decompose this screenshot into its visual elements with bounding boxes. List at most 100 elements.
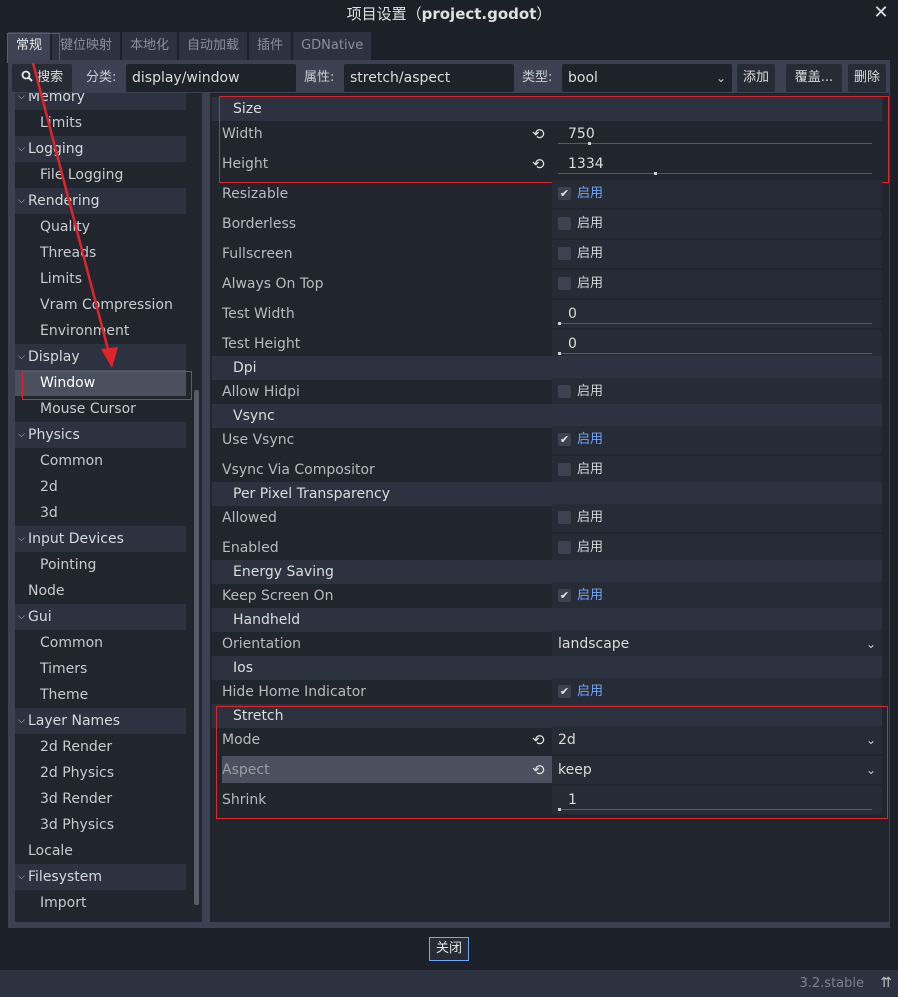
chevron-down-icon[interactable]: ⌵ (18, 604, 25, 630)
search-button[interactable]: 搜索 (12, 64, 72, 92)
test-width-slider-grabber[interactable] (558, 322, 561, 325)
prop-orientation-label: Orientation (222, 636, 302, 652)
sidebar-item-import[interactable]: Import (15, 890, 186, 916)
sidebar-item-label: Common (40, 453, 104, 469)
tab-input-map[interactable]: 键位映射 (52, 32, 121, 60)
sidebar-item-label: Pointing (40, 557, 97, 573)
prop-borderless-label: Borderless (222, 216, 297, 232)
sidebar-item-2d[interactable]: 2d (15, 474, 186, 500)
sidebar-item-pointing[interactable]: Pointing (15, 552, 186, 578)
sidebar-item-common[interactable]: Common (15, 448, 186, 474)
chevron-down-icon[interactable]: ⌵ (18, 188, 25, 214)
delete-button[interactable]: 删除 (848, 64, 886, 92)
tab-plugins[interactable]: 插件 (249, 32, 292, 60)
test-height-slider-track (558, 353, 872, 354)
sidebar-item-threads[interactable]: Threads (15, 240, 186, 266)
tab-gdnative[interactable]: GDNative (293, 32, 372, 60)
sidebar-item-input-devices[interactable]: ⌵ Input Devices (15, 526, 186, 552)
type-select-value: bool (568, 70, 598, 86)
keep-screen-on-checkbox[interactable]: ✔ 启用 (552, 582, 882, 610)
chevron-down-icon[interactable]: ⌵ (18, 344, 25, 370)
prop-keep-screen-on-label: Keep Screen On (222, 588, 334, 604)
sidebar-item-label: File Logging (40, 167, 124, 183)
sidebar-item-rendering[interactable]: ⌵ Rendering (15, 188, 186, 214)
sidebar-item-3d-render[interactable]: 3d Render (15, 786, 186, 812)
always-on-top-checkbox[interactable]: 启用 (552, 270, 882, 298)
test-height-spinbox[interactable]: 0 (552, 330, 882, 358)
sidebar-item-vram-compression[interactable]: Vram Compression (15, 292, 186, 318)
fullscreen-checkbox[interactable]: 启用 (552, 240, 882, 268)
sidebar-item-label: Layer Names (28, 713, 121, 729)
checkbox-empty-icon (558, 247, 571, 260)
sidebar-item-layer-names[interactable]: ⌵ Layer Names (15, 708, 186, 734)
sidebar-item-locale[interactable]: Locale (15, 838, 186, 864)
close-icon[interactable]: ✕ (870, 0, 892, 26)
test-height-slider-grabber[interactable] (558, 352, 561, 355)
use-vsync-checkbox[interactable]: ✔ 启用 (552, 426, 882, 454)
prop-allow-hidpi: Allow Hidpi 启用 (212, 377, 882, 407)
enabled-checkbox[interactable]: 启用 (552, 534, 882, 562)
update-spinner-icon[interactable]: ⇈ (880, 970, 892, 997)
chevron-down-icon[interactable]: ⌵ (18, 93, 25, 110)
tree-scrollbar[interactable] (194, 390, 199, 905)
sidebar-item-gui[interactable]: ⌵ Gui (15, 604, 186, 630)
property-input[interactable]: stretch/aspect (344, 64, 514, 92)
sidebar-item-environment[interactable]: Environment (15, 318, 186, 344)
search-icon (21, 70, 33, 82)
chevron-down-icon[interactable]: ⌵ (18, 864, 25, 890)
sidebar-item-3d-physics[interactable]: 3d Physics (15, 812, 186, 838)
fullscreen-enable-text: 启用 (577, 246, 604, 261)
sidebar-item-label: Threads (40, 245, 97, 261)
sidebar-item-display[interactable]: ⌵ Display (15, 344, 186, 370)
vsync-compositor-enable-text: 启用 (577, 462, 604, 477)
type-select[interactable]: bool ⌄ (562, 64, 732, 92)
sidebar-item-filesystem[interactable]: ⌵ Filesystem (15, 864, 186, 890)
chevron-down-icon[interactable]: ⌵ (18, 526, 25, 552)
prop-orientation: Orientation landscape ⌄ (212, 629, 882, 659)
prop-enabled: Enabled 启用 (212, 533, 882, 563)
checkbox-empty-icon (558, 217, 571, 230)
sidebar-item-2d-render[interactable]: 2d Render (15, 734, 186, 760)
prop-vsync-compositor: Vsync Via Compositor 启用 (212, 455, 882, 485)
chevron-down-icon[interactable]: ⌵ (18, 708, 25, 734)
borderless-checkbox[interactable]: 启用 (552, 210, 882, 238)
sidebar-item-file-logging[interactable]: File Logging (15, 162, 186, 188)
sidebar-item-timers[interactable]: Timers (15, 656, 186, 682)
sidebar-item-label: Limits (40, 271, 82, 287)
sidebar-item-memory[interactable]: ⌵ Memory (15, 93, 186, 110)
sidebar-item-physics[interactable]: ⌵ Physics (15, 422, 186, 448)
sidebar-item-label: Rendering (28, 193, 100, 209)
use-vsync-enable-text: 启用 (577, 432, 604, 447)
search-label: 搜索 (37, 70, 64, 85)
test-width-spinbox[interactable]: 0 (552, 300, 882, 328)
sidebar-item-quality[interactable]: Quality (15, 214, 186, 240)
allowed-checkbox[interactable]: 启用 (552, 504, 882, 532)
resizable-checkbox[interactable]: ✔ 启用 (552, 180, 882, 208)
sidebar-item-label: Environment (40, 323, 130, 339)
hide-home-checkbox[interactable]: ✔ 启用 (552, 678, 882, 706)
sidebar-item-limits[interactable]: Limits (15, 110, 186, 136)
vsync-compositor-checkbox[interactable]: 启用 (552, 456, 882, 484)
orientation-select[interactable]: landscape ⌄ (552, 630, 882, 658)
sidebar-item-2d-physics[interactable]: 2d Physics (15, 760, 186, 786)
override-button[interactable]: 覆盖... (786, 64, 842, 92)
tab-autoload[interactable]: 自动加载 (179, 32, 248, 60)
checkbox-empty-icon (558, 385, 571, 398)
sidebar-item-limits[interactable]: Limits (15, 266, 186, 292)
tab-localization[interactable]: 本地化 (122, 32, 178, 60)
sidebar-item-3d[interactable]: 3d (15, 500, 186, 526)
allow-hidpi-checkbox[interactable]: 启用 (552, 378, 882, 406)
add-button[interactable]: 添加 (737, 64, 775, 92)
sidebar-item-label: Node (28, 583, 65, 599)
resizable-enable-text: 启用 (577, 186, 604, 201)
chevron-down-icon[interactable]: ⌵ (18, 422, 25, 448)
sidebar-item-node[interactable]: Node (15, 578, 186, 604)
sidebar-item-common[interactable]: Common (15, 630, 186, 656)
close-button[interactable]: 关闭 (429, 937, 469, 961)
category-input[interactable]: display/window (126, 64, 296, 92)
sidebar-item-theme[interactable]: Theme (15, 682, 186, 708)
category-tree: ⌵ Memory Limits ⌵ Logging File Logging ⌵ Render… (15, 93, 202, 922)
chevron-down-icon[interactable]: ⌵ (18, 136, 25, 162)
allow-hidpi-enable-text: 启用 (577, 384, 604, 399)
sidebar-item-logging[interactable]: ⌵ Logging (15, 136, 186, 162)
